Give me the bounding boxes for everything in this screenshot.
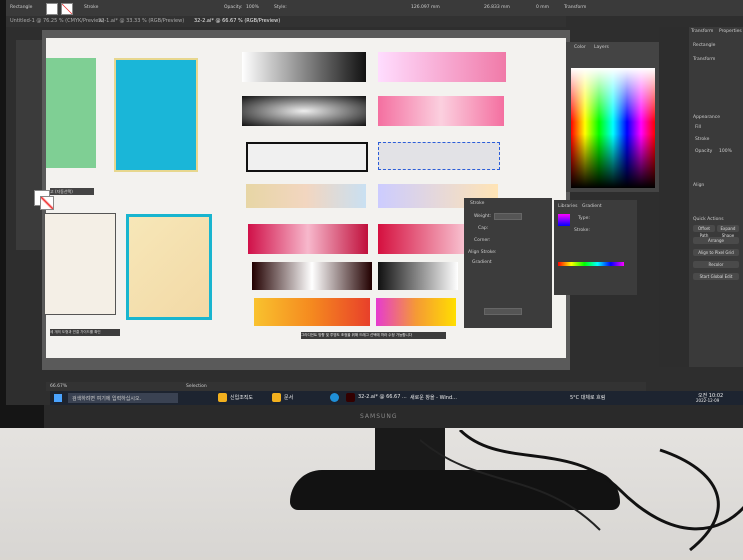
- gradient-bar-crimson[interactable]: [248, 224, 368, 254]
- gradient-bar-dark[interactable]: [252, 262, 372, 290]
- layers-tab[interactable]: Layers: [594, 45, 609, 50]
- gradient-bar-pink[interactable]: [378, 96, 504, 126]
- cyan-rectangle[interactable]: [114, 58, 198, 172]
- gradient-bar-pink-light[interactable]: [378, 52, 506, 82]
- tab-32-2[interactable]: 32-2.ai* @ 66.67 % (RGB/Preview): [194, 18, 280, 24]
- control-style-label[interactable]: Style:: [274, 5, 287, 10]
- tab-transform[interactable]: Transform: [691, 29, 713, 34]
- gradient-swatch[interactable]: [558, 214, 570, 226]
- screen: Rectangle Stroke Opacity: 100% Style: 12…: [6, 0, 743, 405]
- monitor-brand: SAMSUNG: [360, 413, 398, 420]
- control-shape-width[interactable]: 126.097 mm: [411, 5, 440, 10]
- caption-tooltip: 그라디언트 방향 및 투명도 조정을 위해 드래그 선택에 따라 수정 가능합니…: [301, 332, 446, 339]
- outline-rectangle[interactable]: [44, 213, 116, 315]
- gradient-bar-orange[interactable]: [254, 298, 370, 326]
- gradient-slider[interactable]: [558, 262, 624, 266]
- gradient-bar-black-white[interactable]: [378, 262, 458, 290]
- stroke-panel: Stroke Weight: Cap: Corner: Align Stroke…: [464, 198, 552, 328]
- control-shape-height[interactable]: 26.833 mm: [484, 5, 510, 10]
- arrange-button[interactable]: Arrange: [693, 237, 739, 244]
- properties-stroke-label[interactable]: Stroke: [695, 137, 709, 142]
- properties-object-title: Rectangle: [693, 43, 716, 48]
- global-edit-button[interactable]: Start Global Edit: [693, 273, 739, 280]
- zoom-level[interactable]: 66.67%: [50, 384, 67, 389]
- recolor-button[interactable]: Recolor: [693, 261, 739, 268]
- illustrator-icon[interactable]: [346, 393, 355, 402]
- windows-start-icon[interactable]: [54, 394, 62, 402]
- properties-opacity-value[interactable]: 100%: [719, 149, 732, 154]
- color-tab[interactable]: Color: [574, 45, 586, 50]
- taskbar-item-1[interactable]: 문서: [284, 394, 293, 401]
- properties-opacity-label[interactable]: Opacity: [695, 149, 712, 154]
- tab-32-1[interactable]: 32-1.ai* @ 33.33 % (RGB/Preview): [98, 18, 184, 24]
- gradient-tab[interactable]: Gradient: [582, 204, 602, 209]
- gradient-bar-pastel[interactable]: [246, 184, 366, 208]
- tab-properties[interactable]: Properties: [719, 29, 742, 34]
- align-pixel-grid-button[interactable]: Align to Pixel Grid: [693, 249, 739, 256]
- gradient-section-label[interactable]: Gradient: [472, 260, 492, 265]
- properties-align-heading: Align: [693, 183, 705, 188]
- taskbar-search-placeholder: 검색하려면 여기에 입력하십시오.: [72, 396, 142, 402]
- windows-taskbar: 검색하려면 여기에 입력하십시오. 신입조직도 문서 32-2.ai* @ 66…: [50, 391, 743, 405]
- taskbar-item-3[interactable]: 새로운 창을 - Wind...: [410, 394, 457, 401]
- properties-panel: Transform Properties Rectangle Transform…: [689, 27, 743, 367]
- offset-path-button[interactable]: Offset Path: [693, 225, 715, 238]
- stroke-corner-label: Corner:: [474, 238, 491, 243]
- gradient-stroke-label: Stroke:: [574, 228, 590, 233]
- gradient-bar-white-black[interactable]: [242, 52, 366, 82]
- gradient-bar-red[interactable]: [378, 224, 464, 254]
- taskbar-weather[interactable]: 5°C 대체로 흐림: [570, 394, 605, 401]
- gradient-bar-outline[interactable]: [246, 142, 368, 172]
- taskbar-date[interactable]: 2022-12-09: [696, 398, 719, 403]
- control-opacity-label: Opacity:: [224, 5, 243, 10]
- taskbar-item-2[interactable]: 32-2.ai* @ 66.67 ...: [358, 394, 407, 400]
- control-transform[interactable]: Transform: [564, 5, 586, 10]
- tool-tooltip: 고 (자동선택): [50, 188, 94, 195]
- green-rectangle[interactable]: [46, 58, 96, 168]
- monitor-chin: SAMSUNG: [44, 405, 743, 428]
- status-bar: 66.67% Selection: [46, 382, 646, 391]
- stroke-panel-title[interactable]: Stroke: [470, 201, 484, 206]
- folder-icon[interactable]: [218, 393, 227, 402]
- libraries-tab[interactable]: Libraries: [558, 204, 577, 209]
- cables: [420, 430, 743, 552]
- status-mode[interactable]: Selection: [186, 384, 207, 389]
- tools-panel: [16, 40, 42, 250]
- panel-icon-column: [659, 27, 689, 367]
- control-stroke-label[interactable]: Stroke: [84, 5, 98, 10]
- edge-icon[interactable]: [330, 393, 339, 402]
- stroke-weight-input[interactable]: [494, 213, 522, 220]
- artboard-note: 세 개의 도형과 연결 가이드를 확인: [50, 329, 120, 336]
- fill-swatch[interactable]: [46, 3, 58, 15]
- beige-rectangle[interactable]: [126, 214, 212, 320]
- control-opacity-value[interactable]: 100%: [246, 5, 259, 10]
- gradient-bar-magenta-yellow[interactable]: [376, 298, 456, 326]
- taskbar-search[interactable]: 검색하려면 여기에 입력하십시오.: [68, 393, 178, 403]
- properties-appearance-heading: Appearance: [693, 115, 721, 120]
- properties-fill-label[interactable]: Fill: [695, 125, 701, 130]
- properties-quick-actions: Quick Actions: [693, 217, 724, 222]
- folder-icon[interactable]: [272, 393, 281, 402]
- gradient-bar-selected[interactable]: [378, 142, 500, 170]
- stroke-indicator[interactable]: [40, 196, 54, 210]
- gradient-type-label: Type:: [578, 216, 590, 221]
- taskbar-item-0[interactable]: 신입조직도: [230, 394, 253, 401]
- gradient-panel: Libraries Gradient Type: Stroke:: [554, 200, 637, 295]
- stroke-weight-label: Weight:: [474, 214, 492, 219]
- properties-transform-heading: Transform: [693, 57, 716, 62]
- control-corner[interactable]: 0 mm: [536, 5, 549, 10]
- tab-untitled-1[interactable]: Untitled-1 @ 76.25 % (CMYK/Preview): [10, 18, 104, 24]
- document-tabs: Untitled-1 @ 76.25 % (CMYK/Preview) 32-1…: [6, 16, 566, 27]
- stroke-cap-label: Cap:: [478, 226, 489, 231]
- control-bar: Rectangle Stroke Opacity: 100% Style: 12…: [6, 0, 743, 16]
- color-spectrum[interactable]: [571, 68, 655, 188]
- gradient-bar-radial-gray[interactable]: [242, 96, 366, 126]
- stroke-bottom-field[interactable]: [484, 308, 522, 315]
- control-shape-label: Rectangle: [10, 5, 33, 10]
- stroke-align-label: Align Stroke:: [468, 250, 497, 255]
- expand-shape-button[interactable]: Expand Shape: [717, 225, 739, 238]
- stroke-swatch[interactable]: [61, 3, 73, 15]
